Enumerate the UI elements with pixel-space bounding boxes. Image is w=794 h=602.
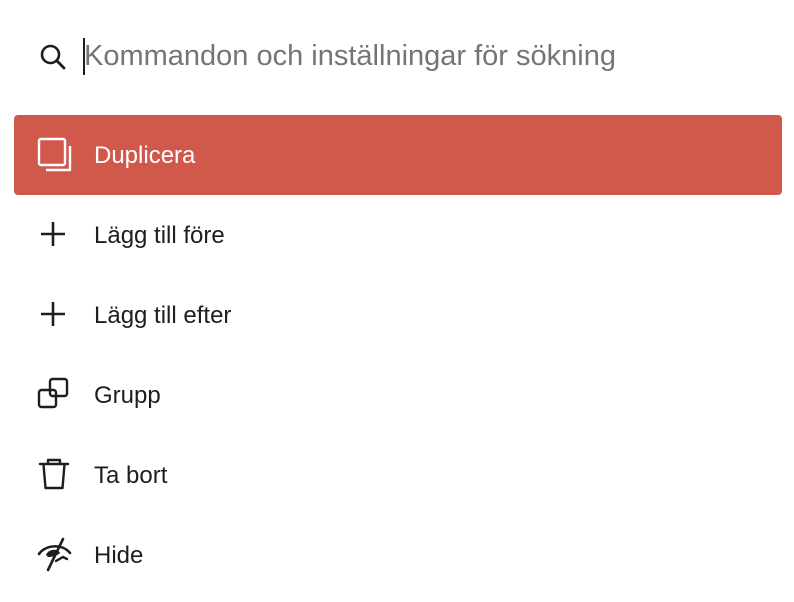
hide-icon	[36, 535, 76, 575]
search-input[interactable]	[82, 34, 774, 78]
command-label: Duplicera	[94, 142, 196, 169]
text-caret	[83, 38, 85, 75]
command-label: Lägg till före	[94, 222, 225, 249]
command-palette: Duplicera Lägg till före Lägg till efter	[0, 0, 794, 602]
duplicate-icon	[36, 135, 76, 175]
command-item-insert-after[interactable]: Lägg till efter	[14, 275, 782, 355]
command-label: Grupp	[94, 382, 161, 409]
trash-icon	[36, 455, 76, 495]
search-bar	[0, 22, 794, 92]
command-item-insert-before[interactable]: Lägg till före	[14, 195, 782, 275]
command-label: Lägg till efter	[94, 302, 232, 329]
search-icon	[38, 42, 68, 72]
command-item-group[interactable]: Grupp	[14, 355, 782, 435]
command-label: Ta bort	[94, 462, 168, 489]
plus-icon	[36, 295, 76, 335]
group-icon	[36, 375, 76, 415]
command-label: Hide	[94, 542, 144, 569]
command-item-hide[interactable]: Hide	[14, 515, 782, 595]
command-item-delete[interactable]: Ta bort	[14, 435, 782, 515]
command-item-duplicate[interactable]: Duplicera	[14, 115, 782, 195]
command-list: Duplicera Lägg till före Lägg till efter	[14, 115, 782, 595]
plus-icon	[36, 215, 76, 255]
